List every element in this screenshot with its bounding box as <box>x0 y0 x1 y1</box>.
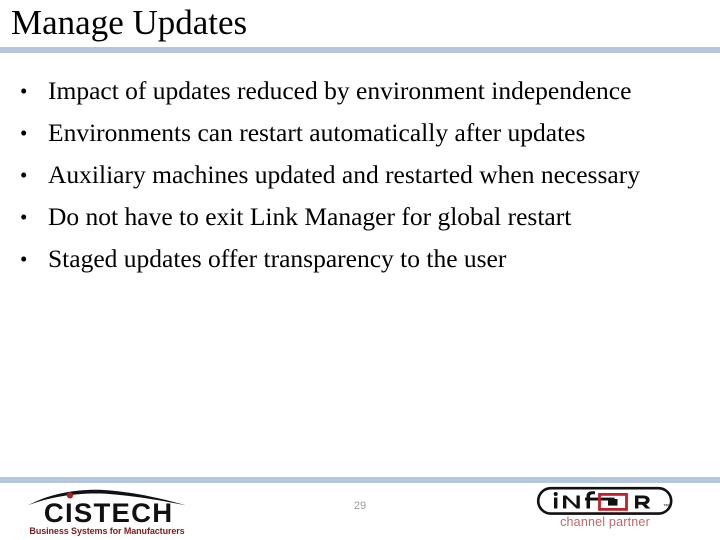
bullet-icon: • <box>20 163 28 187</box>
bullet-list: • Impact of updates reduced by environme… <box>0 70 720 280</box>
bullet-icon: • <box>20 247 28 271</box>
title-divider <box>0 47 720 53</box>
list-item-label: Do not have to exit Link Manager for glo… <box>48 202 572 231</box>
list-item: • Auxiliary machines updated and restart… <box>0 154 720 196</box>
infor-wordmark-icon <box>536 486 673 515</box>
list-item-label: Impact of updates reduced by environment… <box>48 76 632 105</box>
bullet-icon: • <box>20 79 28 103</box>
page-number: 29 <box>353 500 367 512</box>
slide-canvas: Manage Updates • Impact of updates reduc… <box>0 0 720 540</box>
footer-divider <box>0 477 720 483</box>
infor-logo: ™ channel partner <box>536 486 686 536</box>
trademark-icon: ™ <box>663 504 669 510</box>
bullet-icon: • <box>20 121 28 145</box>
list-item: • Do not have to exit Link Manager for g… <box>0 196 720 238</box>
bullet-icon: • <box>20 205 28 229</box>
list-item: • Staged updates offer transparency to t… <box>0 238 720 280</box>
list-item: • Environments can restart automatically… <box>0 112 720 154</box>
list-item-label: Auxiliary machines updated and restarted… <box>48 160 640 189</box>
page-title: Manage Updates <box>11 3 248 42</box>
list-item-label: Environments can restart automatically a… <box>48 118 586 147</box>
cistech-tagline: Business Systems for Manufacturers <box>29 526 185 536</box>
infor-tagline: channel partner <box>560 515 650 529</box>
slide-title-area: Manage Updates <box>0 0 720 54</box>
list-item-label: Staged updates offer transparency to the… <box>48 244 507 273</box>
cistech-logo: CISTECH Business Systems for Manufacture… <box>24 489 190 536</box>
cistech-wordmark: CISTECH <box>43 498 174 528</box>
list-item: • Impact of updates reduced by environme… <box>0 70 720 112</box>
